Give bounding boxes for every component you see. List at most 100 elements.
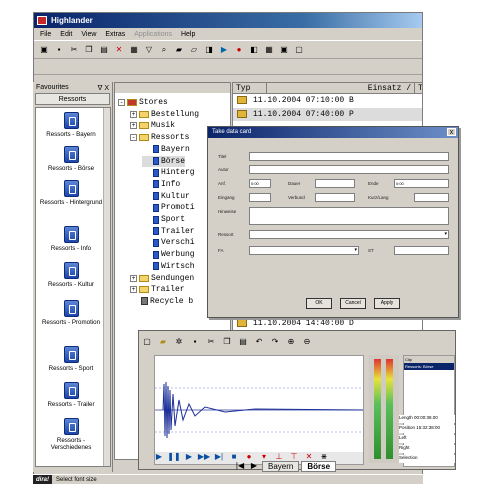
- tree-node[interactable]: Wirtsch: [142, 261, 195, 272]
- favourites-scrollbar[interactable]: [103, 108, 110, 466]
- export-icon[interactable]: ▰: [173, 44, 185, 56]
- tree-node[interactable]: Verschi: [142, 237, 195, 248]
- favourite-item[interactable]: Ressorts - Kultur: [36, 262, 106, 288]
- lock-icon[interactable]: ◨: [203, 44, 215, 56]
- favourite-item[interactable]: Ressorts - Info: [36, 226, 106, 252]
- save-icon[interactable]: ▪: [53, 44, 65, 56]
- ressort-select[interactable]: ▾: [249, 230, 449, 239]
- properties-icon[interactable]: ▦: [128, 44, 140, 56]
- autor-field[interactable]: [249, 165, 449, 174]
- hinweise-field[interactable]: [249, 207, 449, 225]
- import-icon[interactable]: ▱: [188, 44, 200, 56]
- expand-icon[interactable]: +: [130, 286, 137, 294]
- favourite-item[interactable]: Ressorts - Verschiedenes: [36, 418, 106, 451]
- list-row[interactable]: 11.10.2004 14:40:00 D: [233, 317, 422, 330]
- tree-node[interactable]: Werbung: [142, 249, 195, 260]
- save-icon[interactable]: ▪: [189, 336, 201, 348]
- open-icon[interactable]: ▰: [157, 336, 169, 348]
- tree-node[interactable]: - Ressorts: [130, 132, 189, 143]
- skip-forward-icon[interactable]: ▶▶: [198, 451, 210, 463]
- column-header-typ[interactable]: Typ: [233, 83, 267, 94]
- column-header-t[interactable]: T: [415, 83, 422, 94]
- tree-node[interactable]: + Bestellung: [130, 109, 199, 120]
- list-row[interactable]: 11.10.2004 07:10:00 B: [233, 94, 422, 107]
- tree-node[interactable]: Hinterg: [142, 167, 195, 178]
- verbund-field[interactable]: [315, 193, 355, 202]
- panel-icon[interactable]: ▣: [278, 44, 290, 56]
- undo-icon[interactable]: ↶: [253, 336, 265, 348]
- delete-icon[interactable]: ✕: [113, 44, 125, 56]
- tab-scroll-left-icon[interactable]: |◀: [234, 460, 246, 472]
- tree-node[interactable]: + Trailer: [130, 284, 185, 295]
- titel-field[interactable]: [249, 152, 449, 161]
- cancel-button[interactable]: Cancel: [340, 298, 366, 309]
- grid-icon[interactable]: ▦: [263, 44, 275, 56]
- new-icon[interactable]: ▢: [141, 336, 153, 348]
- cut-icon[interactable]: ✂: [205, 336, 217, 348]
- eingang-field[interactable]: [249, 193, 271, 202]
- tab-boerse[interactable]: Börse: [301, 460, 337, 472]
- copy-icon[interactable]: ❐: [83, 44, 95, 56]
- fa-select[interactable]: ▾: [249, 246, 359, 255]
- cut-icon[interactable]: ✂: [68, 44, 80, 56]
- zoom-in-icon[interactable]: ⊕: [285, 336, 297, 348]
- search-icon[interactable]: ⌕: [158, 44, 170, 56]
- dauer-field[interactable]: [315, 179, 355, 188]
- tree-node[interactable]: Recycle b: [130, 296, 193, 307]
- filter-icon[interactable]: ▽: [143, 44, 155, 56]
- collapse-icon[interactable]: -: [118, 99, 125, 106]
- ok-button[interactable]: OK: [306, 298, 332, 309]
- record-edit-icon[interactable]: ◧: [248, 44, 260, 56]
- waveform-display[interactable]: [154, 355, 364, 465]
- zoom-out-icon[interactable]: ⊖: [301, 336, 313, 348]
- tree-node[interactable]: Trailer: [142, 226, 195, 237]
- dialog-close-button[interactable]: x: [447, 128, 456, 136]
- st-field[interactable]: [394, 246, 449, 255]
- redo-icon[interactable]: ↷: [269, 336, 281, 348]
- pause-icon[interactable]: ❚❚: [167, 451, 180, 463]
- play-icon[interactable]: ▶: [153, 451, 165, 463]
- favourite-item[interactable]: Ressorts - Börse: [36, 146, 106, 172]
- favourite-item[interactable]: Ressorts - Bayern: [36, 112, 106, 138]
- tab-scroll-right-icon[interactable]: ▶: [248, 460, 260, 472]
- tree-node[interactable]: Promoti: [142, 202, 195, 213]
- tree-node[interactable]: Bayern: [142, 144, 190, 155]
- tree-node[interactable]: Info: [142, 179, 180, 190]
- kurz-lang-field[interactable]: [414, 193, 449, 202]
- favourite-item[interactable]: Ressorts - Promotion: [36, 300, 106, 326]
- window-icon[interactable]: ▢: [293, 44, 305, 56]
- menu-view[interactable]: View: [81, 31, 96, 38]
- collapse-icon[interactable]: -: [130, 134, 137, 142]
- favourite-item[interactable]: Ressorts - Trailer: [36, 382, 106, 408]
- menu-file[interactable]: File: [40, 31, 51, 38]
- favourites-close-button[interactable]: ᐁ X: [98, 84, 109, 92]
- favourite-item[interactable]: Ressorts - Hintergrund: [36, 180, 106, 206]
- tab-bayern[interactable]: Bayern: [262, 460, 300, 472]
- record-icon[interactable]: ●: [233, 44, 245, 56]
- expand-icon[interactable]: +: [130, 110, 137, 118]
- anf-field[interactable]: 0:00: [249, 179, 271, 188]
- paste-icon[interactable]: ▤: [237, 336, 249, 348]
- paste-icon[interactable]: ▤: [98, 44, 110, 56]
- tree-node[interactable]: + Musik: [130, 120, 175, 131]
- column-header-einsatz[interactable]: Einsatz /: [267, 83, 415, 94]
- favourites-group-tab[interactable]: Ressorts: [35, 93, 110, 105]
- tree-node[interactable]: + Sendungen: [130, 273, 194, 284]
- menu-edit[interactable]: Edit: [60, 31, 72, 38]
- new-icon[interactable]: ▣: [38, 44, 50, 56]
- settings-icon[interactable]: ✲: [173, 336, 185, 348]
- clip-item[interactable]: Ressorts: Börse: [404, 363, 454, 370]
- apply-button[interactable]: Apply: [374, 298, 400, 309]
- skip-end-icon[interactable]: ▶|: [213, 451, 225, 463]
- tree-node[interactable]: Kultur: [142, 191, 190, 202]
- list-row[interactable]: 11.10.2004 07:40:00 P: [233, 108, 422, 121]
- favourite-item[interactable]: Ressorts - Sport: [36, 346, 106, 372]
- play-selection-icon[interactable]: ▶: [183, 451, 195, 463]
- tree-node[interactable]: - Stores: [118, 97, 168, 108]
- play-icon[interactable]: ▶: [218, 44, 230, 56]
- tree-node[interactable]: Sport: [142, 214, 185, 225]
- menu-help[interactable]: Help: [181, 31, 195, 38]
- copy-icon[interactable]: ❐: [221, 336, 233, 348]
- expand-icon[interactable]: +: [130, 274, 137, 282]
- ende-field[interactable]: 0:00: [394, 179, 449, 188]
